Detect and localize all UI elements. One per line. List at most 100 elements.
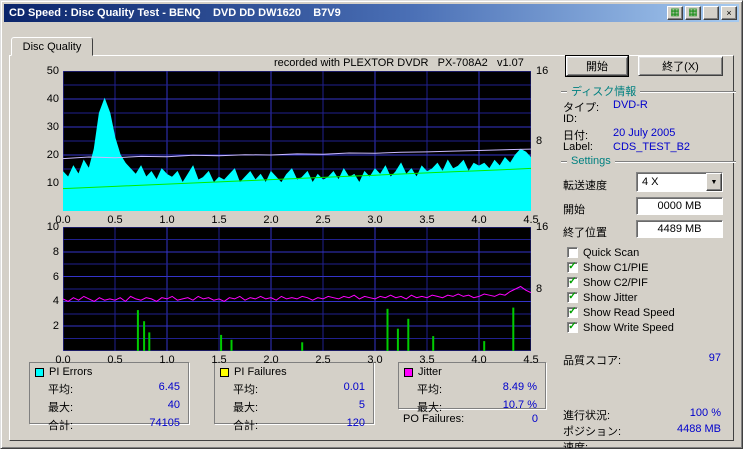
- checkbox-box[interactable]: ✓: [567, 292, 578, 303]
- axis-tick-label: 1.5: [211, 354, 227, 366]
- po-failures-row: PO Failures: 0: [398, 413, 546, 425]
- disc-info-header: ディスク情報: [561, 83, 736, 99]
- dropdown-glyph: ▼: [710, 178, 718, 186]
- axis-tick-label: 4.0: [471, 354, 487, 366]
- chart-glyph-icon: ▦: [670, 7, 680, 18]
- stat-value: 40: [167, 399, 180, 411]
- quality-score-value: 97: [708, 352, 721, 364]
- po-failures-label: PO Failures:: [403, 413, 465, 425]
- legend-row: 合計: 120: [215, 415, 373, 433]
- checkbox-box[interactable]: ✓: [567, 247, 578, 258]
- stat-label: 平均:: [417, 384, 443, 396]
- speed-select-value: 4 X: [642, 176, 659, 188]
- axis-tick-label: 2.5: [315, 354, 331, 366]
- axis-tick-label: 6: [52, 270, 59, 283]
- checkbox-label: Show Read Speed: [583, 306, 675, 319]
- titlebar[interactable]: CD Speed : Disc Quality Test - BENQ DVD …: [4, 4, 739, 22]
- checkbox-show-c2-pif[interactable]: ✓ Show C2/PIF: [567, 276, 648, 289]
- speed-status-label: 速度:: [563, 442, 589, 449]
- stat-label: 最大:: [48, 402, 74, 414]
- close-icon: ×: [726, 7, 732, 18]
- axis-tick-label: 3.5: [419, 354, 435, 366]
- po-failures-value: 0: [531, 413, 538, 425]
- axis-tick-label: 1.0: [159, 354, 175, 366]
- progress-label: 進行状況:: [563, 410, 611, 422]
- settings-header-label: Settings: [571, 155, 611, 167]
- checkbox-label: Show C2/PIF: [583, 276, 648, 289]
- start-position-field[interactable]: 0000 MB: [636, 197, 723, 215]
- axis-tick-label: 1.0: [159, 214, 175, 226]
- axis-tick-label: 10: [46, 177, 59, 189]
- exit-button-label: 終了(X): [662, 61, 699, 73]
- start-button[interactable]: 開始: [565, 55, 629, 77]
- stat-value: 120: [346, 417, 365, 429]
- disc-id-label: ID:: [563, 113, 578, 125]
- pi-failures-swatch-icon: [220, 367, 229, 377]
- stat-value: 5: [358, 399, 365, 411]
- divider: [561, 160, 567, 162]
- app-chart-icon[interactable]: ▦: [667, 6, 683, 20]
- stat-label: 最大:: [233, 402, 259, 414]
- stat-label: 合計:: [48, 420, 74, 432]
- check-icon: ✓: [568, 261, 577, 272]
- progress-value: 100 %: [689, 407, 721, 419]
- legend-name: Jitter: [418, 366, 442, 378]
- app-chart2-icon[interactable]: ▦: [685, 6, 701, 20]
- checkbox-label: Show C1/PIE: [583, 261, 649, 274]
- end-position-value: 4489 MB: [657, 223, 702, 235]
- axis-tick-label: 2: [52, 320, 59, 333]
- axis-tick-label: 0.0: [55, 354, 71, 366]
- axis-tick-label: 1.5: [211, 214, 227, 226]
- stat-label: 合計:: [233, 420, 259, 432]
- legend-row: 平均: 8.49 %: [399, 379, 545, 397]
- axis-tick-label: 4.5: [523, 354, 539, 366]
- legend-row: 最大: 5: [215, 397, 373, 415]
- settings-header: Settings: [561, 155, 736, 167]
- check-icon: ✓: [568, 321, 577, 332]
- axis-tick-label: 8: [536, 135, 543, 147]
- check-icon: ✓: [568, 291, 577, 302]
- tab-disc-quality[interactable]: Disc Quality: [11, 37, 93, 56]
- legend-pi-failures: PI Failures 平均: 0.01 最大: 5 合計: 120: [214, 362, 374, 432]
- start-button-label: 開始: [586, 61, 608, 73]
- stat-value: 74105: [149, 417, 180, 429]
- checkbox-show-c1-pie[interactable]: ✓ Show C1/PIE: [567, 261, 648, 274]
- legend-pi-errors: PI Errors 平均: 6.45 最大: 40 合計: 74105: [29, 362, 189, 432]
- pi-errors-swatch-icon: [35, 367, 44, 377]
- axis-tick-label: 2.5: [315, 214, 331, 226]
- stat-value: 6.45: [158, 381, 180, 393]
- check-icon: ✓: [568, 276, 577, 287]
- checkbox-box[interactable]: ✓: [567, 277, 578, 288]
- legend-name: PI Failures: [234, 366, 287, 378]
- speed-select[interactable]: 4 X ▼: [636, 172, 723, 192]
- tab-label: Disc Quality: [22, 40, 82, 53]
- legend-row: 合計: 74105: [30, 415, 188, 433]
- quality-score-label: 品質スコア:: [563, 355, 622, 367]
- legend-row: 平均: 6.45: [30, 379, 188, 397]
- stat-label: 平均:: [48, 384, 74, 396]
- exit-button[interactable]: 終了(X): [638, 56, 723, 76]
- axis-tick-label: 3.0: [367, 354, 383, 366]
- titlebar-buttons: ▦ ▦ ×: [667, 6, 739, 20]
- checkbox-box[interactable]: ✓: [567, 322, 578, 333]
- axis-tick-label: 3.0: [367, 214, 383, 226]
- end-position-field[interactable]: 4489 MB: [636, 220, 723, 238]
- checkbox-show-read-speed[interactable]: ✓ Show Read Speed: [567, 306, 675, 319]
- checkbox-box[interactable]: ✓: [567, 307, 578, 318]
- checkbox-show-write-speed[interactable]: ✓ Show Write Speed: [567, 321, 674, 334]
- close-button[interactable]: ×: [721, 6, 737, 20]
- axis-tick-label: 8: [536, 283, 543, 295]
- checkbox-box[interactable]: ✓: [567, 262, 578, 273]
- legend-row: 最大: 40: [30, 397, 188, 415]
- checkbox-label: Show Write Speed: [583, 321, 674, 334]
- checkbox-show-jitter[interactable]: ✓ Show Jitter: [567, 291, 637, 304]
- pi-errors-chart: [63, 71, 531, 211]
- checkbox-quick-scan[interactable]: ✓ Quick Scan: [567, 246, 639, 259]
- axis-tick-label: 2.0: [263, 214, 279, 226]
- chevron-down-icon[interactable]: ▼: [706, 173, 722, 191]
- disc-info-header-label: ディスク情報: [571, 86, 637, 98]
- minimize-button[interactable]: [703, 6, 719, 20]
- divider: [561, 90, 567, 92]
- axis-tick-label: 4.0: [471, 214, 487, 226]
- disc-label-value: CDS_TEST_B2: [613, 141, 691, 153]
